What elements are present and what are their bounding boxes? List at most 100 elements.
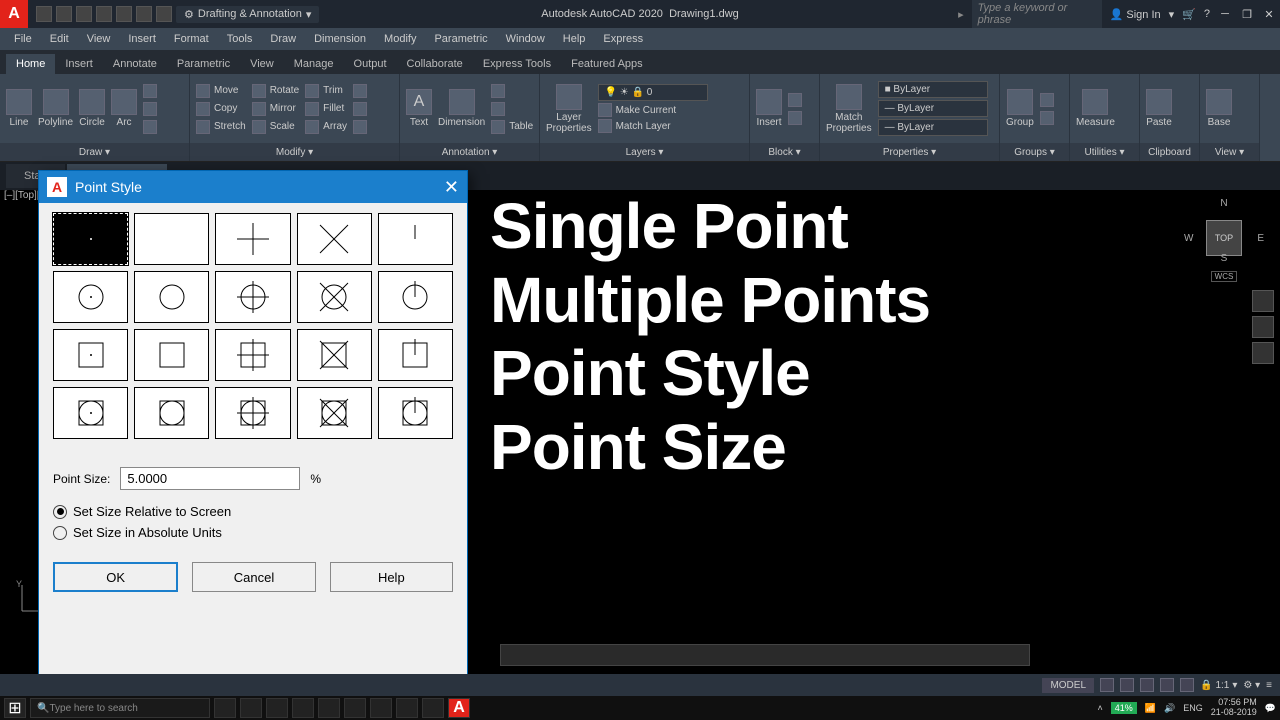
point-style-circle[interactable] — [134, 271, 209, 323]
point-style-none[interactable] — [134, 213, 209, 265]
tab-home[interactable]: Home — [6, 54, 55, 74]
tab-manage[interactable]: Manage — [284, 54, 344, 74]
mtext-icon[interactable] — [491, 102, 505, 116]
scale-tool[interactable]: Scale — [252, 120, 299, 134]
group-extra2-icon[interactable] — [1040, 111, 1054, 125]
modify-extra-icon[interactable] — [353, 84, 367, 98]
stretch-tool[interactable]: Stretch — [196, 120, 246, 134]
help-icon[interactable]: ? — [1204, 8, 1210, 20]
taskview-icon[interactable] — [214, 698, 236, 718]
zoom-icon[interactable] — [1252, 316, 1274, 338]
layer-properties-tool[interactable]: Layer Properties — [546, 84, 592, 134]
minimize-button[interactable]: ─ — [1218, 7, 1232, 21]
draw-extra-icon[interactable] — [143, 84, 157, 98]
point-style-tick[interactable] — [378, 213, 453, 265]
close-button[interactable]: ✕ — [1262, 7, 1276, 21]
tab-view[interactable]: View — [240, 54, 284, 74]
draw-extra2-icon[interactable] — [143, 102, 157, 116]
point-style-sqcircle[interactable] — [134, 387, 209, 439]
battery-icon[interactable]: 41% — [1111, 702, 1137, 714]
circle-tool[interactable]: Circle — [79, 89, 105, 128]
point-style-sqcircle-dot[interactable] — [53, 387, 128, 439]
taskbar-search[interactable]: 🔍 Type here to search — [30, 698, 210, 718]
make-current-tool[interactable]: Make Current — [598, 103, 708, 117]
polar-toggle[interactable] — [1160, 678, 1174, 692]
point-style-sqcircle-x[interactable] — [297, 387, 372, 439]
point-style-x[interactable] — [297, 213, 372, 265]
radio-absolute[interactable]: Set Size in Absolute Units — [53, 525, 453, 540]
panel-modify-title[interactable]: Modify ▾ — [190, 143, 399, 161]
panel-layers-title[interactable]: Layers ▾ — [540, 143, 749, 161]
point-style-sqcircle-plus[interactable] — [215, 387, 290, 439]
menu-edit[interactable]: Edit — [42, 31, 77, 47]
radio-relative[interactable]: Set Size Relative to Screen — [53, 504, 453, 519]
notification-icon[interactable]: 💬 — [1265, 703, 1276, 714]
panel-annotation-title[interactable]: Annotation ▾ — [400, 143, 539, 161]
scale-control[interactable]: 🔒 1:1 ▾ — [1200, 680, 1237, 691]
block-extra2-icon[interactable] — [788, 111, 802, 125]
point-size-input[interactable] — [120, 467, 300, 490]
point-style-square-x[interactable] — [297, 329, 372, 381]
menu-express[interactable]: Express — [595, 31, 651, 47]
restore-button[interactable]: ❐ — [1240, 7, 1254, 21]
tab-insert[interactable]: Insert — [55, 54, 103, 74]
qat-save-icon[interactable] — [76, 6, 92, 22]
tb-app4-icon[interactable] — [318, 698, 340, 718]
tb-app3-icon[interactable] — [292, 698, 314, 718]
point-style-circle-dot[interactable] — [53, 271, 128, 323]
panel-view-title[interactable]: View ▾ — [1200, 143, 1259, 161]
cart-icon[interactable]: 🛒 — [1182, 8, 1196, 21]
tb-app1-icon[interactable] — [240, 698, 262, 718]
table-tool[interactable]: Table — [491, 120, 533, 134]
menu-help[interactable]: Help — [555, 31, 594, 47]
panel-draw-title[interactable]: Draw ▾ — [0, 143, 189, 161]
tb-app7-icon[interactable] — [396, 698, 418, 718]
point-style-sqcircle-tick[interactable] — [378, 387, 453, 439]
menu-dimension[interactable]: Dimension — [306, 31, 374, 47]
menu-file[interactable]: File — [6, 31, 40, 47]
menu-modify[interactable]: Modify — [376, 31, 424, 47]
point-style-square[interactable] — [134, 329, 209, 381]
paste-tool[interactable]: Paste — [1146, 89, 1172, 128]
modify-extra2-icon[interactable] — [353, 102, 367, 116]
panel-clipboard-title[interactable]: Clipboard — [1140, 143, 1199, 161]
linetype-dropdown[interactable]: — ByLayer — [878, 119, 988, 136]
panel-properties-title[interactable]: Properties ▾ — [820, 143, 999, 161]
line-tool[interactable]: Line — [6, 89, 32, 128]
qat-open-icon[interactable] — [56, 6, 72, 22]
leader-icon[interactable] — [491, 84, 505, 98]
rotate-tool[interactable]: Rotate — [252, 84, 299, 98]
fillet-tool[interactable]: Fillet — [305, 102, 347, 116]
panel-utilities-title[interactable]: Utilities ▾ — [1070, 143, 1139, 161]
array-tool[interactable]: Array — [305, 120, 347, 134]
insert-block-tool[interactable]: Insert — [756, 89, 782, 128]
qat-saveas-icon[interactable] — [96, 6, 112, 22]
arc-tool[interactable]: Arc — [111, 89, 137, 128]
tray-chevron-icon[interactable]: ˄ — [1098, 703, 1103, 713]
customize-status-icon[interactable]: ≡ — [1266, 680, 1272, 691]
menu-draw[interactable]: Draw — [262, 31, 304, 47]
measure-tool[interactable]: Measure — [1076, 89, 1115, 128]
point-style-dot[interactable] — [53, 213, 128, 265]
group-tool[interactable]: Group — [1006, 89, 1034, 128]
wifi-icon[interactable]: 📶 — [1145, 703, 1156, 714]
point-style-circle-plus[interactable] — [215, 271, 290, 323]
modify-extra3-icon[interactable] — [353, 120, 367, 134]
grid-toggle[interactable] — [1100, 678, 1114, 692]
mirror-tool[interactable]: Mirror — [252, 102, 299, 116]
point-style-square-tick[interactable] — [378, 329, 453, 381]
lineweight-dropdown[interactable]: — ByLayer — [878, 100, 988, 117]
model-button[interactable]: MODEL — [1042, 678, 1094, 693]
move-tool[interactable]: Move — [196, 84, 246, 98]
point-style-circle-x[interactable] — [297, 271, 372, 323]
base-tool[interactable]: Base — [1206, 89, 1232, 128]
command-line[interactable] — [500, 644, 1030, 666]
trim-tool[interactable]: Trim — [305, 84, 347, 98]
viewcube[interactable]: N W E S TOP WCS — [1184, 198, 1264, 278]
qat-plot-icon[interactable] — [116, 6, 132, 22]
tb-autocad-icon[interactable]: A — [448, 698, 470, 718]
clock-date[interactable]: 21-08-2019 — [1211, 708, 1257, 718]
workspace-dropdown[interactable]: ⚙ Drafting & Annotation ▾ — [176, 6, 319, 23]
tab-parametric[interactable]: Parametric — [167, 54, 240, 74]
panel-block-title[interactable]: Block ▾ — [750, 143, 819, 161]
